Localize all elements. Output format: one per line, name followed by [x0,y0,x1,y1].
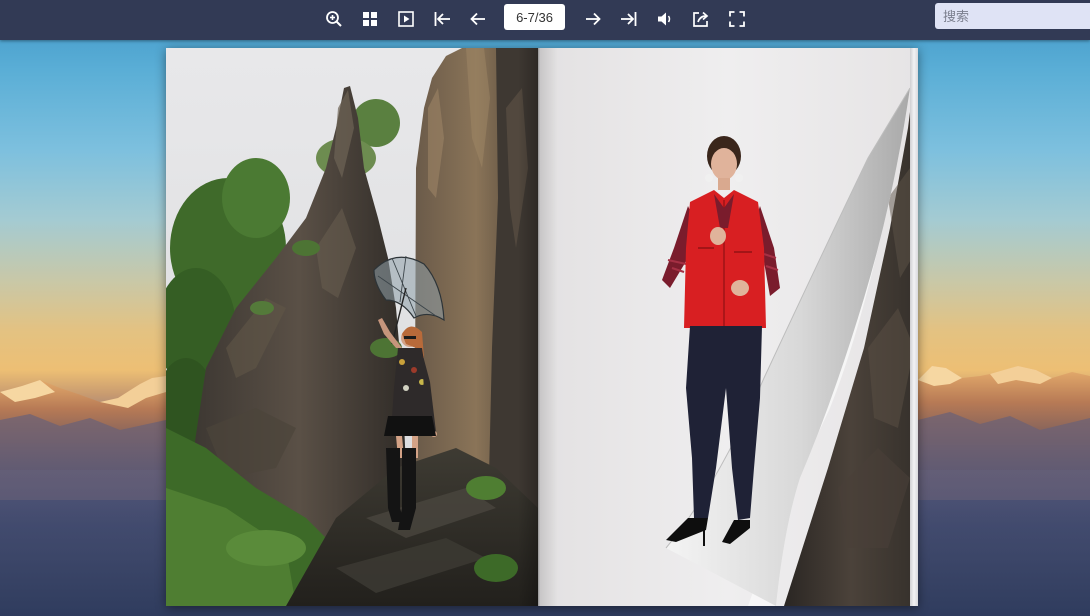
autoplay-button[interactable] [393,6,419,32]
thumbnails-button[interactable] [357,6,383,32]
zoom-in-icon [326,11,342,27]
sound-button[interactable] [652,6,678,32]
first-page-icon [434,12,450,26]
share-button[interactable] [688,6,714,32]
page-indicator[interactable]: 6-7/36 [504,4,565,30]
zoom-in-button[interactable] [321,6,347,32]
search-input[interactable] [935,3,1090,29]
rock-forest-photo [166,48,538,606]
arrow-right-icon [586,12,601,26]
page-edge [910,48,918,606]
share-icon [693,11,709,27]
next-page-button[interactable] [580,6,606,32]
flipbook [166,48,918,606]
arrow-left-icon [470,12,485,26]
right-page[interactable] [538,48,918,606]
last-page-button[interactable] [616,6,642,32]
first-page-button[interactable] [429,6,455,32]
previous-page-button[interactable] [465,6,491,32]
fullscreen-button[interactable] [724,6,750,32]
search-box [935,3,1090,29]
red-vest-photo [538,48,918,606]
play-icon [398,11,414,27]
left-page[interactable] [166,48,538,606]
grid-icon [363,12,377,26]
toolbar: 6-7/36 [0,0,1090,40]
fullscreen-icon [729,11,745,27]
speaker-icon [658,12,671,26]
last-page-icon [621,12,637,26]
